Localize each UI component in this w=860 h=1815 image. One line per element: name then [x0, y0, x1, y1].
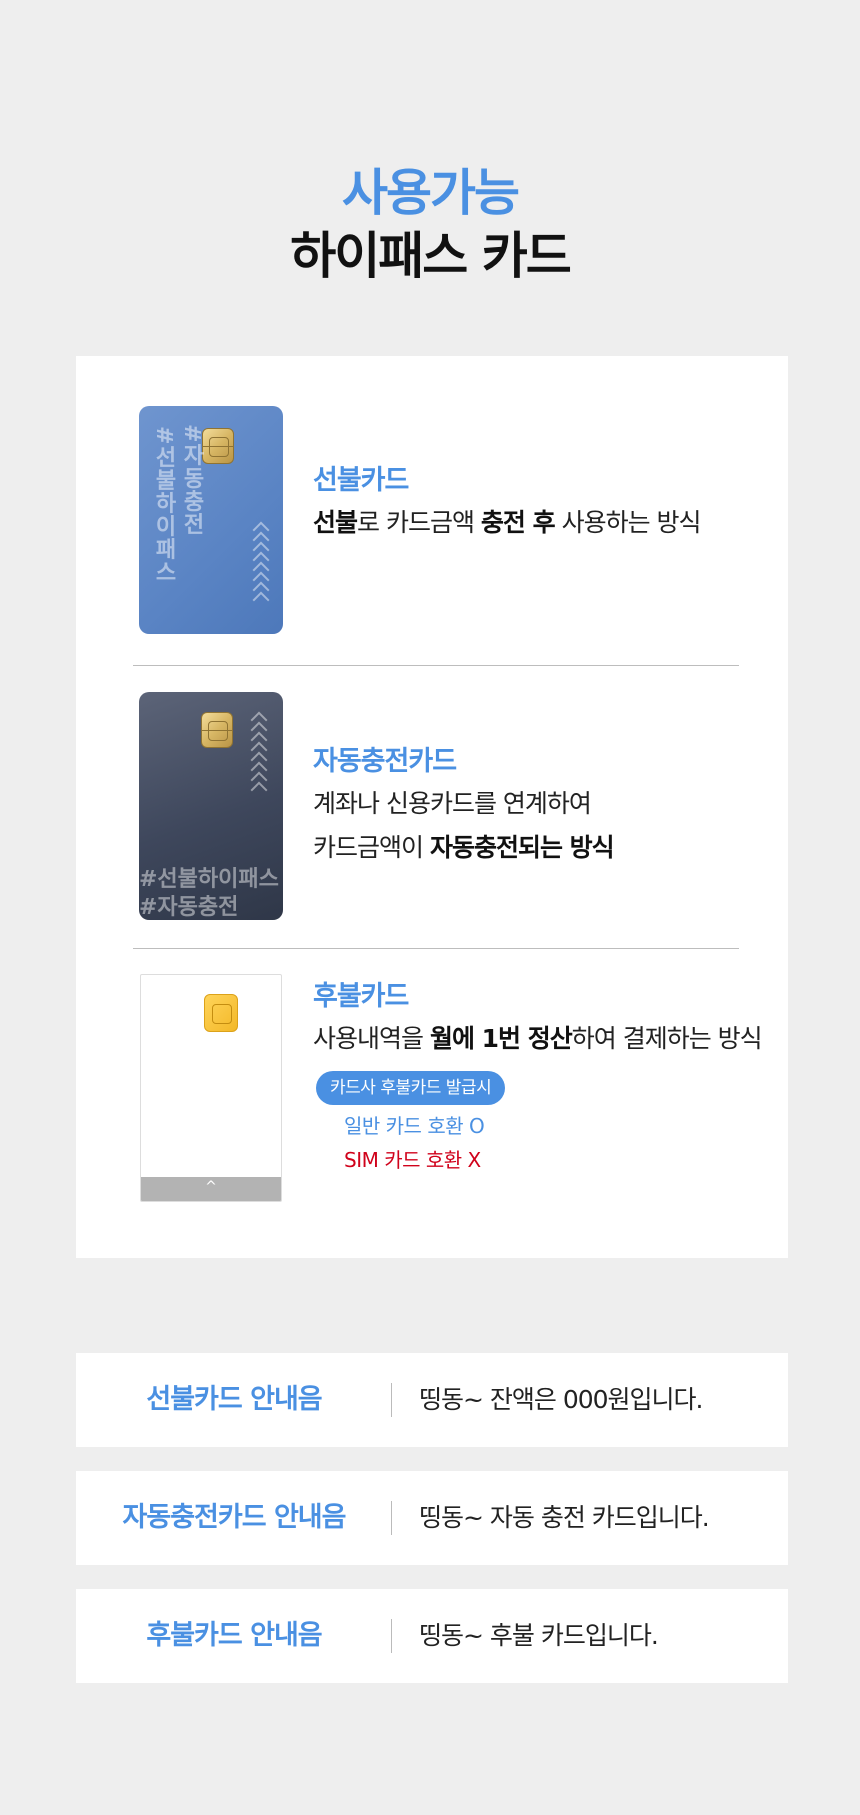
- ic-chip-icon: [201, 712, 233, 748]
- prepaid-card-image: #자동충전 #선불하이패스: [139, 406, 283, 634]
- autocharge-card-image: #선불하이패스 #자동충전: [139, 692, 283, 920]
- card-description-line-1: 계좌나 신용카드를 연계하여: [313, 789, 592, 818]
- notice-separator: [391, 1501, 392, 1535]
- notice-label: 선불카드 안내음: [146, 1384, 322, 1415]
- notice-label: 후불카드 안내음: [146, 1620, 322, 1651]
- chevron-pattern-icon: [252, 521, 270, 609]
- title-accent: 사용가능: [342, 164, 520, 222]
- card-row-prepaid: #자동충전 #선불하이패스 선불카드 선불로 카드금액 충전 후 사용하는 방식: [76, 356, 788, 666]
- card-name: 후불카드: [313, 981, 409, 1012]
- card-hashtag-auto: #자동충전: [179, 424, 204, 536]
- page-title: 사용가능 하이패스 카드: [0, 162, 860, 288]
- notice-message: 띵동~ 자동 충전 카드입니다.: [419, 1503, 710, 1532]
- card-name: 선불카드: [313, 465, 409, 496]
- notice-label: 자동충전카드 안내음: [122, 1502, 347, 1533]
- title-main: 하이패스 카드: [290, 227, 571, 285]
- issuer-badge: 카드사 후불카드 발급시: [316, 1071, 506, 1105]
- autocharge-info: 자동충전카드 계좌나 신용카드를 연계하여 카드금액이 자동충전되는 방식: [313, 742, 615, 870]
- chevron-pattern-icon: [250, 711, 268, 799]
- compat-general: 일반 카드 호환 O: [344, 1114, 485, 1138]
- notice-separator: [391, 1383, 392, 1417]
- notice-message: 띵동~ 잔액은 000원입니다.: [419, 1385, 704, 1414]
- ic-chip-icon: [204, 994, 238, 1032]
- card-row-autocharge: #선불하이패스 #자동충전 자동충전카드 계좌나 신용카드를 연계하여 카드금액…: [76, 666, 788, 928]
- card-hashtag-auto: #자동충전: [139, 895, 239, 920]
- card-row-postpaid: ^ 후불카드 사용내역을 월에 1번 정산하여 결제하는 방식 카드사 후불카드…: [76, 949, 788, 1258]
- page: 사용가능 하이패스 카드 #자동충전 #선불하이패스 선불카드 선불로 카드금액…: [0, 0, 860, 1815]
- notice-postpaid: 후불카드 안내음 띵동~ 후불 카드입니다.: [76, 1589, 788, 1683]
- notice-message: 띵동~ 후불 카드입니다.: [419, 1621, 659, 1650]
- card-hashtag-prepaid: #선불하이패스: [151, 426, 176, 584]
- chevron-up-icon: ^: [141, 1177, 281, 1201]
- card-description-line-2: 카드금액이 자동충전되는 방식: [313, 833, 615, 862]
- compat-sim: SIM 카드 호환 X: [344, 1148, 481, 1172]
- notice-autocharge: 자동충전카드 안내음 띵동~ 자동 충전 카드입니다.: [76, 1471, 788, 1565]
- card-hashtag-prepaid: #선불하이패스: [139, 867, 279, 892]
- card-types-panel: #자동충전 #선불하이패스 선불카드 선불로 카드금액 충전 후 사용하는 방식: [76, 356, 788, 1258]
- card-name: 자동충전카드: [313, 746, 457, 777]
- prepaid-info: 선불카드 선불로 카드금액 충전 후 사용하는 방식: [313, 461, 702, 545]
- postpaid-info: 후불카드 사용내역을 월에 1번 정산하여 결제하는 방식 카드사 후불카드 발…: [313, 977, 763, 1177]
- postpaid-card-image: ^: [140, 974, 282, 1202]
- notice-prepaid: 선불카드 안내음 띵동~ 잔액은 000원입니다.: [76, 1353, 788, 1447]
- notice-separator: [391, 1619, 392, 1653]
- card-description: 사용내역을 월에 1번 정산하여 결제하는 방식: [313, 1024, 763, 1053]
- card-description: 선불로 카드금액 충전 후 사용하는 방식: [313, 508, 702, 537]
